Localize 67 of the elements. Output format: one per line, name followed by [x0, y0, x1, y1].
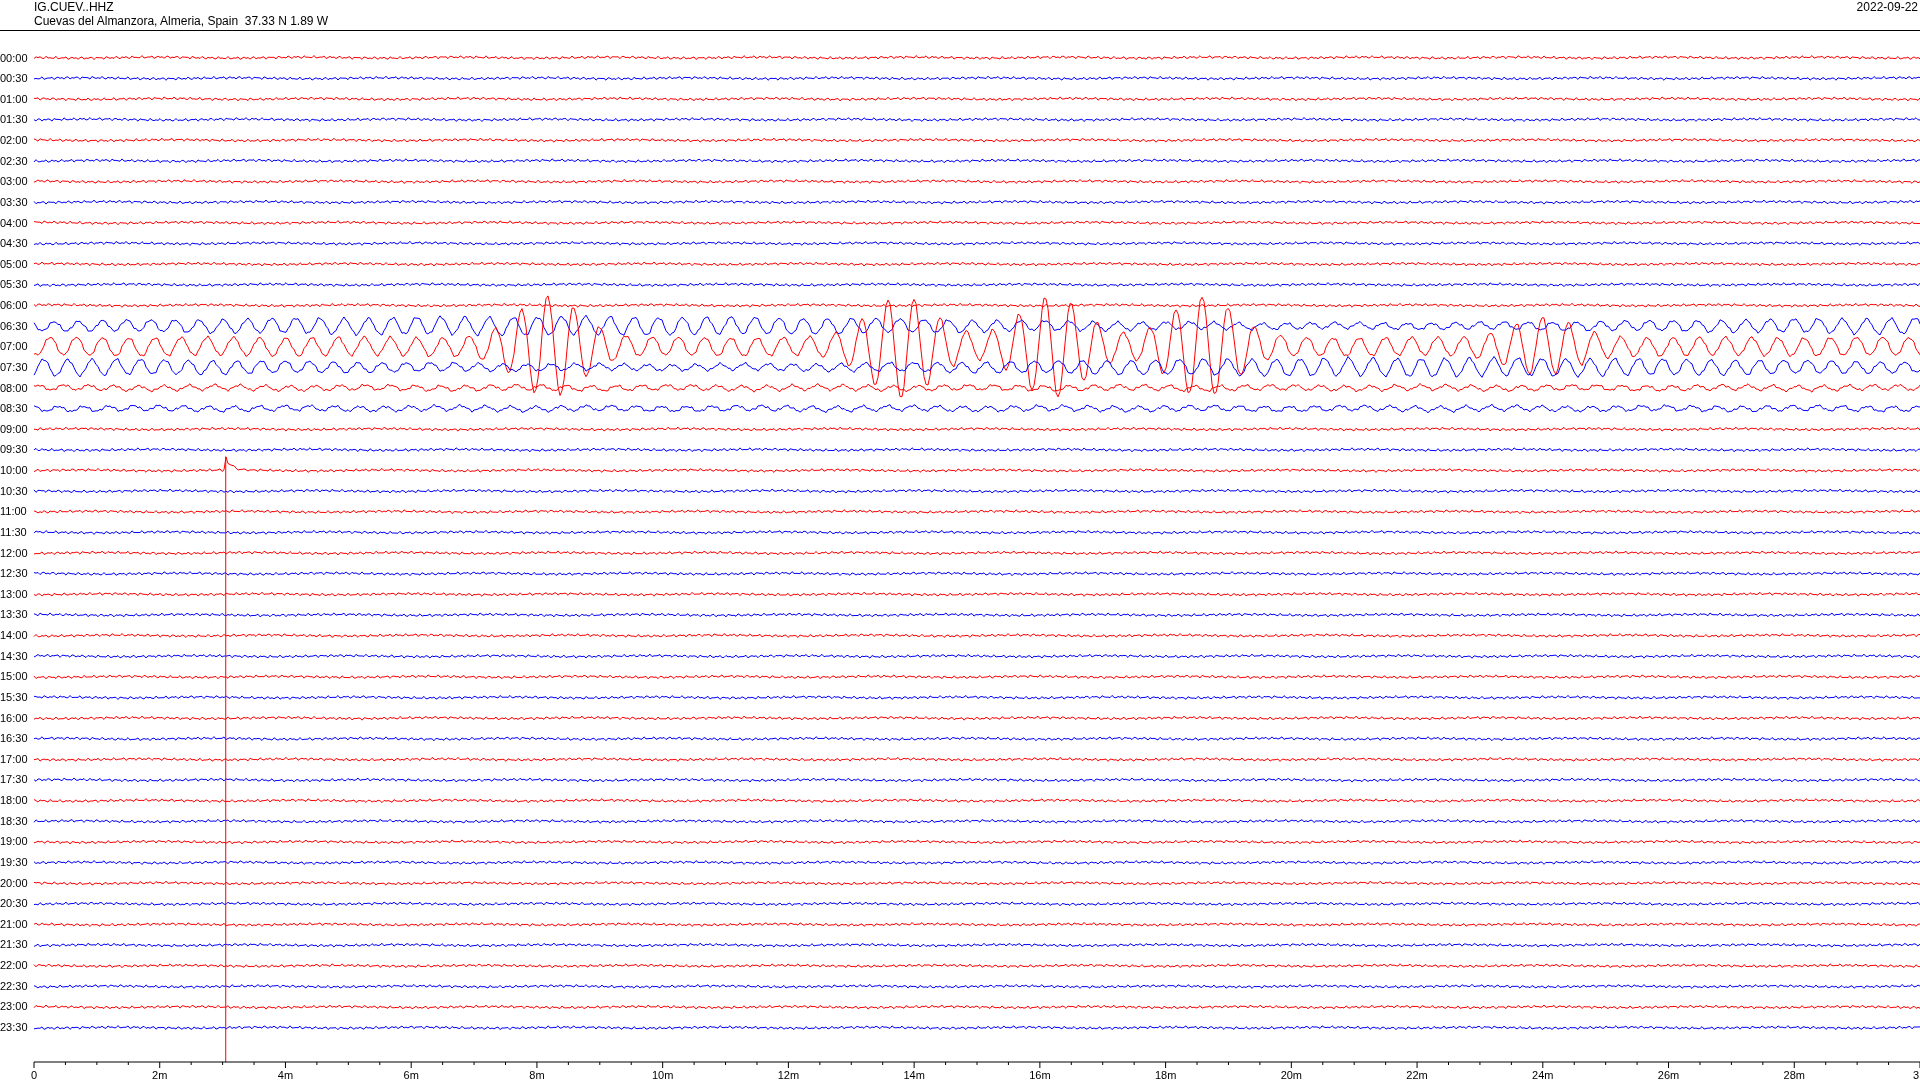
axis-label: 16m [1029, 1069, 1051, 1080]
time-label: 12:30 [0, 567, 28, 580]
axis-label: 28m [1783, 1069, 1805, 1080]
time-label: 18:30 [0, 814, 28, 827]
time-label: 06:00 [0, 299, 28, 312]
time-label: 11:00 [0, 505, 27, 518]
time-label: 21:30 [0, 938, 28, 951]
time-label: 14:00 [0, 629, 28, 642]
time-label: 09:00 [0, 422, 28, 435]
axis-label: 12m [777, 1069, 800, 1080]
axis-label: 6m [403, 1069, 419, 1080]
time-label: 18:00 [0, 794, 28, 807]
axis-label: 4m [277, 1069, 294, 1080]
time-label: 02:30 [0, 154, 28, 167]
time-label: 04:30 [0, 237, 28, 250]
axis-label: 10m [651, 1069, 674, 1080]
date-label: 2022-09-22 [1856, 1, 1919, 16]
time-label: 10:30 [0, 484, 28, 497]
time-label: 20:00 [0, 876, 28, 889]
time-label: 22:30 [0, 979, 28, 992]
time-label: 08:30 [0, 402, 28, 415]
time-label: 07:30 [0, 361, 28, 373]
time-label: 23:30 [0, 1021, 28, 1033]
axis-label: 3 [1913, 1069, 1920, 1080]
time-label: 19:00 [0, 835, 28, 848]
time-label: 00:30 [0, 72, 28, 85]
time-label: 10:00 [0, 464, 28, 477]
axis-label: 26m [1657, 1069, 1680, 1080]
time-label: 13:00 [0, 587, 28, 600]
time-label: 16:00 [0, 711, 28, 724]
time-label: 03:00 [0, 175, 28, 188]
time-label: 15:00 [0, 670, 28, 683]
time-label: 09:30 [0, 443, 28, 456]
station-location: Cuevas del Almanzora, Almeria, Spain 37.33 N 1.89 W [34, 14, 329, 28]
time-label: 05:30 [0, 278, 28, 291]
axis-label: 14m [903, 1069, 925, 1080]
time-label: 05:00 [0, 257, 28, 270]
time-label: 01:30 [0, 113, 28, 126]
time-label: 23:00 [0, 1000, 28, 1013]
time-label: 14:30 [0, 649, 28, 662]
time-label: 11:30 [0, 526, 27, 538]
time-label: 21:00 [0, 917, 28, 930]
time-label: 08:00 [0, 381, 28, 394]
time-label: 15:30 [0, 691, 28, 703]
time-label: 19:30 [0, 856, 28, 868]
axis-label: 22m [1406, 1069, 1428, 1080]
axis-label: 8m [529, 1069, 545, 1080]
time-label: 01:00 [0, 92, 28, 105]
axis-label: 2m [152, 1069, 168, 1080]
time-label: 17:00 [0, 752, 28, 765]
axis-label: 0 [30, 1069, 38, 1080]
time-label: 04:00 [0, 216, 28, 229]
axis-label: 20m [1280, 1069, 1303, 1080]
time-label: 20:30 [0, 897, 28, 910]
time-label: 00:00 [0, 51, 28, 64]
time-label: 07:00 [0, 340, 28, 353]
time-label: 17:30 [0, 773, 28, 786]
station-title: IG.CUEV..HHZ [34, 1, 115, 13]
axis-label: 18m [1154, 1069, 1177, 1080]
time-label: 12:00 [0, 546, 28, 559]
time-label: 02:00 [0, 134, 28, 147]
time-label: 06:30 [0, 319, 28, 332]
time-label: 13:30 [0, 608, 28, 621]
time-label: 16:30 [0, 732, 28, 745]
time-label: 03:30 [0, 196, 28, 208]
axis-label: 24m [1532, 1069, 1554, 1080]
time-label: 22:00 [0, 959, 28, 972]
